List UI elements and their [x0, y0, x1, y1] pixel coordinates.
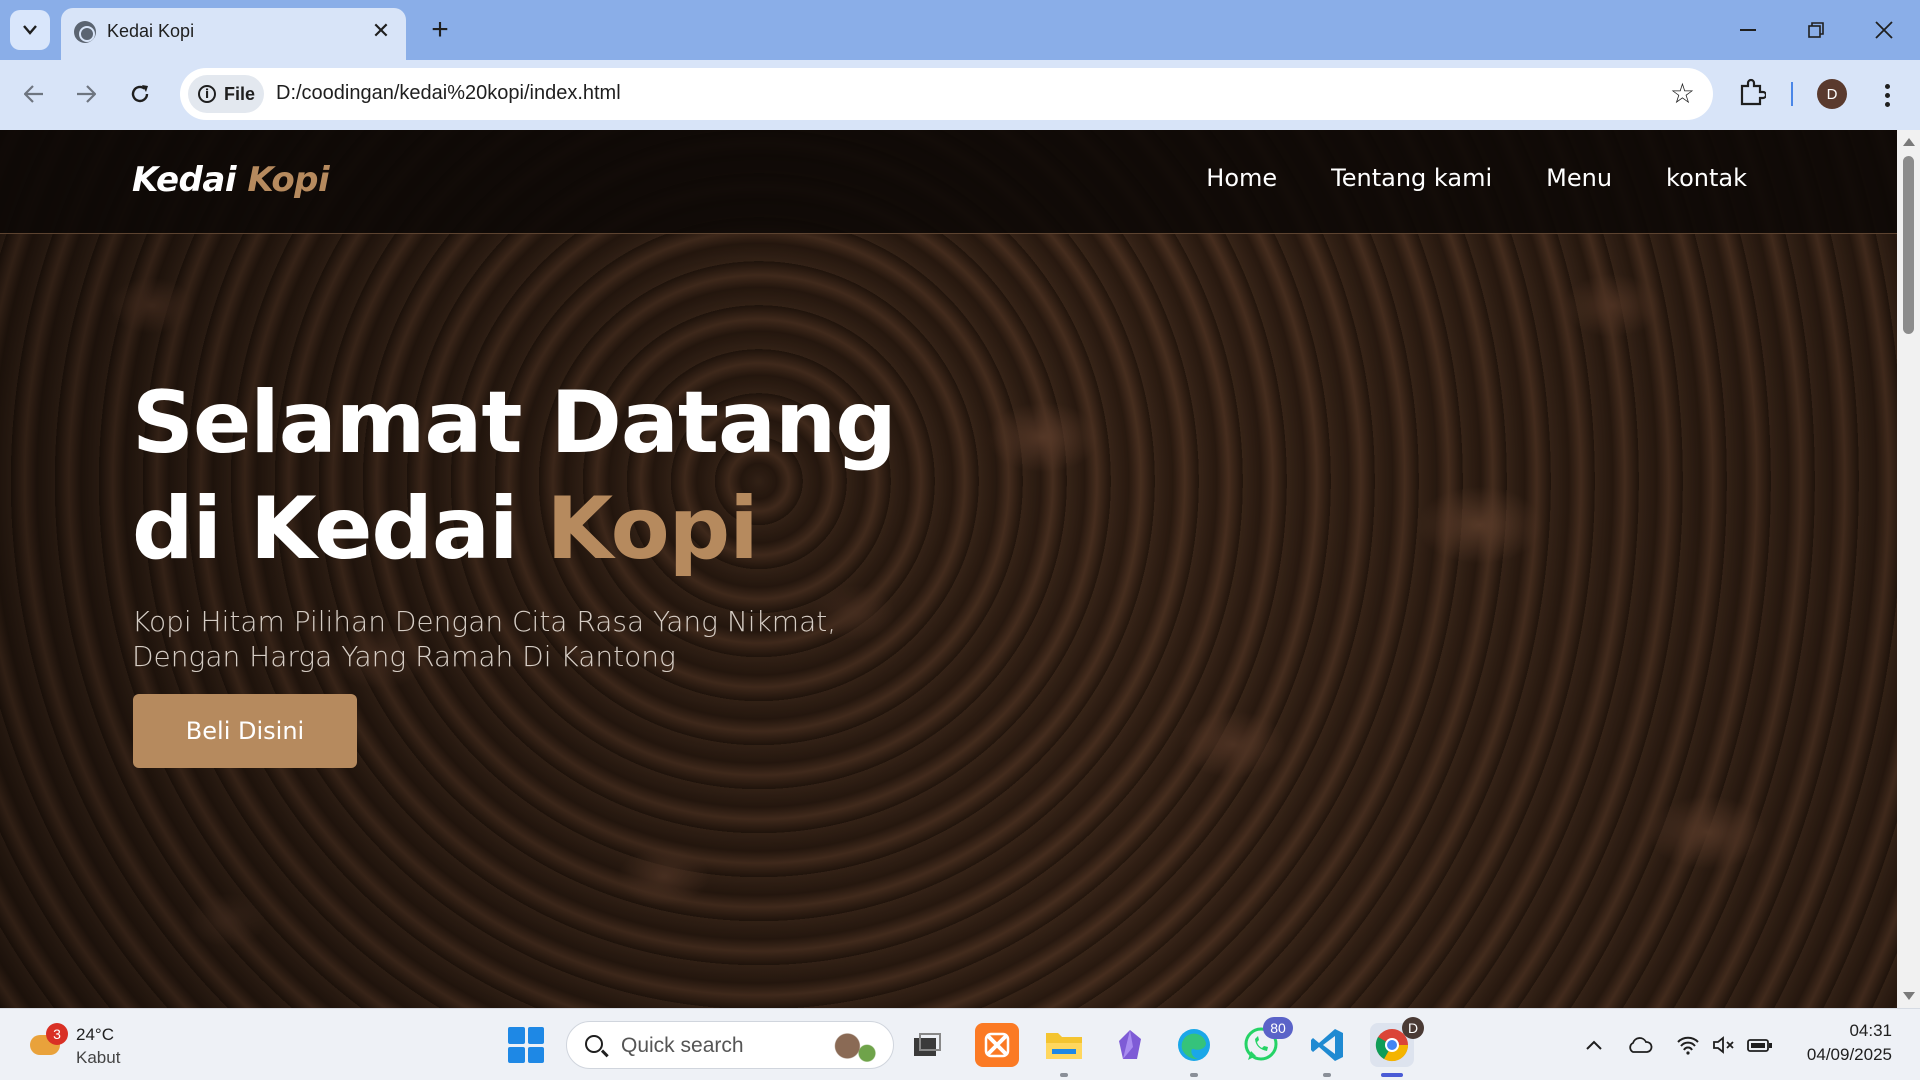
weather-temperature: 24°C — [76, 1025, 114, 1044]
screen: Kedai Kopi ✕ + i File D:/coodingan/kedai… — [0, 0, 1920, 1080]
speaker-muted-glyph — [1713, 1036, 1734, 1054]
new-tab-button[interactable]: + — [422, 12, 458, 48]
battery-glyph — [1747, 1039, 1772, 1052]
back-button[interactable] — [14, 74, 54, 114]
globe-icon — [74, 21, 96, 43]
hero-subtitle: Kopi Hitam Pilihan Dengan Cita Rasa Yang… — [132, 605, 837, 673]
hero-title-line2: di Kedai — [132, 479, 547, 579]
hero-title-line1: Selamat Datang — [132, 373, 897, 473]
nav-links: Home Tentang kami Menu kontak — [1206, 164, 1747, 192]
nav-link-kontak[interactable]: kontak — [1666, 164, 1747, 192]
profile-avatar[interactable]: D — [1817, 79, 1847, 109]
weather-badge: 3 — [46, 1023, 68, 1045]
cloud-glyph — [1629, 1037, 1653, 1053]
nav-link-home[interactable]: Home — [1206, 164, 1277, 192]
vscode-glyph — [1311, 1029, 1343, 1061]
search-icon — [585, 1035, 603, 1053]
search-highlight-image — [825, 1028, 881, 1064]
hero-title: Selamat Datang di Kedai Kopi — [132, 370, 897, 582]
site-navbar: Kedai Kopi Home Tentang kami Menu kontak — [0, 130, 1897, 234]
weather-description: Kabut — [76, 1048, 121, 1067]
reload-button[interactable] — [120, 74, 160, 114]
clock-time: 04:31 — [1849, 1021, 1892, 1040]
active-indicator — [1381, 1073, 1403, 1077]
address-bar[interactable]: i File D:/coodingan/kedai%20kopi/index.h… — [180, 68, 1713, 120]
close-tab-icon[interactable]: ✕ — [368, 18, 394, 44]
nav-link-menu[interactable]: Menu — [1546, 164, 1612, 192]
forward-button[interactable] — [66, 74, 106, 114]
scroll-up-arrow-icon[interactable] — [1903, 138, 1915, 146]
chevron-down-icon — [23, 25, 37, 35]
taskbar-search[interactable]: Quick search — [566, 1021, 894, 1069]
vscode-icon[interactable] — [1305, 1023, 1349, 1077]
minimize-icon — [1740, 29, 1756, 31]
wifi-glyph — [1677, 1036, 1699, 1055]
browser-toolbar: i File D:/coodingan/kedai%20kopi/index.h… — [0, 60, 1920, 130]
file-explorer-icon[interactable] — [1042, 1023, 1086, 1077]
arrow-left-icon — [24, 85, 43, 103]
buy-here-button[interactable]: Beli Disini — [133, 694, 357, 768]
bookmark-star-icon[interactable]: ☆ — [1670, 78, 1695, 110]
onedrive-cloud-icon[interactable] — [1626, 1031, 1654, 1059]
tab-kedai-kopi[interactable]: Kedai Kopi ✕ — [61, 8, 406, 60]
chevron-up-glyph — [1586, 1040, 1602, 1050]
folder-glyph — [1046, 1033, 1082, 1059]
edge-icon[interactable] — [1172, 1023, 1216, 1077]
close-window-button[interactable] — [1862, 10, 1906, 50]
chrome-profile-badge: D — [1402, 1017, 1424, 1039]
xampp-glyph — [984, 1032, 1010, 1058]
site-logo[interactable]: Kedai Kopi — [132, 160, 330, 200]
windows-start-icon[interactable] — [508, 1027, 544, 1063]
running-indicator — [1060, 1073, 1068, 1077]
puzzle-icon — [1740, 78, 1768, 106]
edge-glyph — [1178, 1029, 1210, 1061]
system-clock[interactable]: 04:31 04/09/2025 — [1807, 1021, 1892, 1065]
web-page: Kedai Kopi Home Tentang kami Menu kontak… — [0, 130, 1897, 1008]
page-scrollbar[interactable] — [1897, 130, 1920, 1008]
brand-accent: Kopi — [247, 160, 330, 200]
nav-link-tentang-kami[interactable]: Tentang kami — [1331, 164, 1492, 192]
whatsapp-icon[interactable]: 80 — [1239, 1017, 1293, 1067]
tab-search-button[interactable] — [10, 10, 50, 50]
site-chip-label: File — [224, 83, 256, 104]
taskbar-search-placeholder: Quick search — [621, 1034, 744, 1057]
arrow-right-icon — [77, 85, 96, 103]
chrome-icon[interactable]: D — [1370, 1017, 1424, 1077]
task-view-icon[interactable] — [905, 1023, 949, 1067]
whatsapp-unread-badge: 80 — [1263, 1017, 1293, 1039]
running-indicator — [1323, 1073, 1331, 1077]
obsidian-glyph — [1119, 1030, 1141, 1059]
tab-title: Kedai Kopi — [107, 21, 195, 41]
scroll-down-arrow-icon[interactable] — [1903, 992, 1915, 1000]
restore-icon — [1808, 22, 1824, 38]
chevron-up-icon[interactable] — [1580, 1031, 1608, 1059]
volume-muted-icon[interactable] — [1710, 1031, 1738, 1059]
restore-button[interactable] — [1794, 10, 1838, 50]
battery-icon[interactable] — [1746, 1031, 1774, 1059]
obsidian-icon[interactable] — [1108, 1023, 1152, 1067]
hero-title-accent: Kopi — [546, 479, 758, 579]
url-text[interactable]: D:/coodingan/kedai%20kopi/index.html — [276, 82, 621, 105]
clock-date: 04/09/2025 — [1806, 1045, 1892, 1064]
minimize-button[interactable] — [1726, 10, 1770, 50]
info-icon: i — [198, 85, 216, 103]
toolbar-divider — [1791, 82, 1793, 106]
running-indicator — [1190, 1073, 1198, 1077]
task-view-glyph — [914, 1033, 941, 1056]
windows-taskbar: 3 24°C Kabut Quick search 80 D 04:31 04/… — [0, 1008, 1920, 1080]
scrollbar-thumb[interactable] — [1903, 156, 1914, 334]
xampp-icon[interactable] — [975, 1023, 1019, 1067]
reload-icon — [131, 85, 149, 103]
close-icon — [1875, 21, 1893, 39]
weather-widget[interactable]: 3 24°C Kabut — [24, 1019, 164, 1071]
extensions-icon[interactable] — [1738, 78, 1768, 108]
wifi-icon[interactable] — [1674, 1031, 1702, 1059]
more-menu-icon[interactable] — [1872, 78, 1902, 112]
site-info-chip[interactable]: i File — [188, 75, 264, 113]
browser-tabstrip: Kedai Kopi ✕ + — [0, 0, 1920, 60]
brand-name: Kedai — [132, 160, 236, 200]
